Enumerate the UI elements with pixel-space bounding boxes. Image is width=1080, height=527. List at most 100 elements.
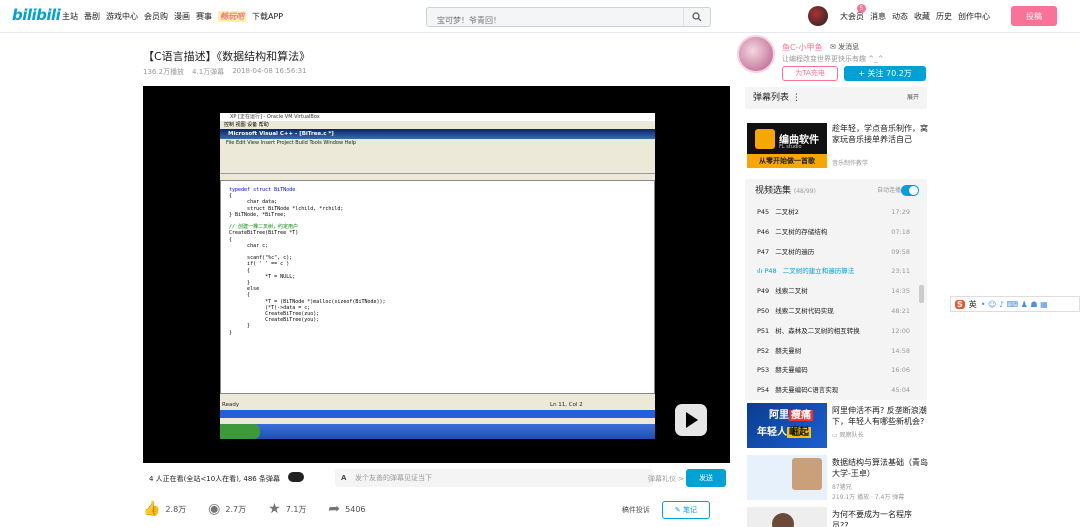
font-icon: A xyxy=(341,474,347,482)
ime-lang: 英 xyxy=(968,299,977,309)
danmaku-list-header[interactable]: 弹幕列表 ⋮ 展开 xyxy=(745,87,927,109)
fl-studio-logo xyxy=(755,129,775,149)
danmaku-etiquette-link[interactable]: 弹幕礼仪 > xyxy=(648,474,684,484)
user-nav-messages[interactable]: 消息 xyxy=(870,11,886,22)
episode-name: 树、森林及二叉树的相互转换 xyxy=(775,326,860,335)
user-nav-favorites[interactable]: 收藏 xyxy=(914,11,930,22)
playlist-count: (48/99) xyxy=(793,188,816,195)
coin-count: 2.7万 xyxy=(225,504,247,514)
upload-button[interactable]: 投稿 xyxy=(1011,6,1057,26)
bilibili-logo[interactable]: bilibili xyxy=(12,6,61,24)
ad-title[interactable]: 趁年轻，学点音乐制作，窝家玩音乐接单养活自己 xyxy=(832,123,928,145)
nav-item-download-app[interactable]: 下载APP xyxy=(252,11,283,22)
nav-item-play[interactable]: 畅玩吧 xyxy=(218,11,246,22)
nav-item-manga[interactable]: 漫画 xyxy=(174,11,190,22)
xp-taskbar xyxy=(220,424,655,439)
vc-window-title: Microsoft Visual C++ - [BiTree.c *] xyxy=(220,129,655,139)
code-line: } xyxy=(229,329,233,336)
coin-button[interactable]: ◉ 2.7万 xyxy=(208,501,246,517)
playlist-item[interactable]: P54 赫夫曼编码C语言实现 45:04 xyxy=(745,381,927,401)
autoplay-toggle[interactable] xyxy=(901,185,919,196)
playlist-item[interactable]: P49 线索二叉树 14:35 xyxy=(745,282,927,302)
vc-menu: File Edit View Insert Project Build Tool… xyxy=(220,139,655,148)
send-danmaku-button[interactable]: 发送 xyxy=(686,469,726,487)
danmaku-count: 4.1万弹幕 xyxy=(192,68,225,76)
uploader-avatar[interactable] xyxy=(737,35,775,73)
danmaku-toggle[interactable] xyxy=(288,472,304,482)
playlist-item[interactable]: P47 二叉树的遍历 09:58 xyxy=(745,243,927,263)
uploader-desc: 让编程改变世界更快乐有趣 ^_^ xyxy=(782,55,884,63)
share-icon: ➦ xyxy=(328,501,341,517)
video-actions: 👍 2.8万 ◉ 2.7万 ★ 7.1万 ➦ 5406 稿件投诉 ✎ 笔记 xyxy=(143,498,730,520)
playlist-header: 视频选集 (48/99) 自动连播 xyxy=(745,179,927,203)
follow-button[interactable]: + 关注 70.2万 xyxy=(844,66,926,81)
episode-name: 二叉树的遍历 xyxy=(775,247,815,256)
play-icon[interactable] xyxy=(675,404,707,436)
nav-item-game-center[interactable]: 游戏中心 xyxy=(106,11,138,22)
nav-item-anime[interactable]: 番剧 xyxy=(84,11,100,22)
publish-date: 2018-04-08 16:56:31 xyxy=(232,67,307,75)
playlist-scrollbar[interactable] xyxy=(919,285,924,303)
rec-title: 数据结构与算法基础（青岛大学-王卓） xyxy=(832,458,928,478)
episode-name: 线索二叉树代码实现 xyxy=(775,306,834,315)
user-avatar[interactable] xyxy=(808,6,828,26)
episode-number: P54 xyxy=(757,386,770,395)
playlist-item[interactable]: P51 树、森林及二叉树的相互转换 12:00 xyxy=(745,322,927,342)
watching-count: 4 人正在看(全站<10人在看), 486 条弹幕 xyxy=(149,475,280,483)
playlist-label: 视频选集 xyxy=(755,186,792,196)
playlist-item[interactable]: P45 二叉树2 17:29 xyxy=(745,203,927,223)
note-button[interactable]: ✎ 笔记 xyxy=(661,501,710,519)
mail-icon: ✉ xyxy=(830,43,839,51)
playlist-item[interactable]: P52 赫夫曼树 14:58 xyxy=(745,342,927,362)
user-nav-history[interactable]: 历史 xyxy=(936,11,952,22)
ad-img-banner: 从零开始做一首歌 xyxy=(747,154,827,168)
danmaku-list-label: 弹幕列表 xyxy=(753,93,790,103)
recommendation-item[interactable]: 阿里 瘦痛 年轻人 崛起 阿里伸活不再? 反垄断浪潮下，年轻人有哪些新机会? ▭ 观… xyxy=(747,403,927,448)
user-nav-creator-center[interactable]: 创作中心 xyxy=(958,11,990,22)
share-button[interactable]: ➦ 5406 xyxy=(328,501,365,517)
recommendation-item[interactable]: 数据结构与算法基础（青岛大学-王卓） 87猪兄 219.1万 播放 · 7.4万… xyxy=(747,455,928,501)
uploader-name[interactable]: 鱼C-小甲鱼 xyxy=(782,42,822,53)
rec-stats: 219.1万 播放 · 7.4万 弹幕 xyxy=(832,494,905,501)
playlist-item[interactable]: ılı P48 二叉树的建立和遍历算法 23:11 xyxy=(745,262,927,282)
episode-playlist: 视频选集 (48/99) 自动连播 P45 二叉树2 17:29 P46 二叉树的存储结… xyxy=(745,179,927,400)
thumbs-up-icon: 👍 xyxy=(143,501,161,517)
vc-statusbar: Ready Ln 11, Col 2 xyxy=(220,394,655,424)
episode-number: P53 xyxy=(757,366,770,375)
send-message-link[interactable]: ✉ 发消息 xyxy=(830,42,859,52)
playlist-item[interactable]: P50 线索二叉树代码实现 48:21 xyxy=(745,302,927,322)
episode-number: P51 xyxy=(757,326,770,335)
danmaku-input[interactable]: A 发个友善的弹幕见证当下 xyxy=(335,469,653,487)
nav-item-home[interactable]: 主站 xyxy=(62,11,78,22)
playlist-item[interactable]: P53 赫夫曼编码 16:06 xyxy=(745,361,927,381)
nav-item-member-shop[interactable]: 会员购 xyxy=(144,11,168,22)
search-input[interactable] xyxy=(427,11,682,30)
episode-duration: 09:58 xyxy=(891,247,910,256)
episode-name: 二叉树的存储结构 xyxy=(775,227,828,236)
view-count: 136.2万播放 xyxy=(143,68,185,76)
search-button[interactable] xyxy=(683,8,710,26)
rec-author: ▭ 观察队长 xyxy=(832,430,864,439)
code-editor: typedef struct BiTNode{ char data; struc… xyxy=(220,180,655,394)
rec-thumbnail xyxy=(747,455,827,500)
recommendation-item[interactable]: 为何不要成为一名程序员?? xyxy=(747,507,927,527)
vc-toolbar xyxy=(220,148,655,174)
report-link[interactable]: 稿件投诉 xyxy=(622,505,650,515)
video-player[interactable]: XP [正在运行] - Oracle VM VirtualBox 控制 视图 设… xyxy=(143,86,730,463)
user-nav-dynamics[interactable]: 动态 xyxy=(892,11,908,22)
episode-number: P47 xyxy=(757,247,770,256)
episode-number: P46 xyxy=(757,227,770,236)
charge-button[interactable]: 为TA充电 xyxy=(782,66,838,81)
expand-link[interactable]: 展开 xyxy=(907,87,919,109)
episode-duration: 16:06 xyxy=(891,366,910,375)
favorite-button[interactable]: ★ 7.1万 xyxy=(268,501,306,517)
favorite-count: 7.1万 xyxy=(285,504,307,514)
vc-status-text: Ready xyxy=(222,402,240,408)
episode-duration: 14:58 xyxy=(891,346,910,355)
video-frame-screenshot: XP [正在运行] - Oracle VM VirtualBox 控制 视图 设… xyxy=(220,113,655,439)
like-button[interactable]: 👍 2.8万 xyxy=(143,501,186,517)
nav-item-esports[interactable]: 赛事 xyxy=(196,11,212,22)
episode-duration: 23:11 xyxy=(891,267,910,276)
playlist-item[interactable]: P46 二叉树的存储结构 07:18 xyxy=(745,223,927,243)
ad-thumbnail[interactable]: 编曲软件 FL studio 从零开始做一首歌 xyxy=(747,123,827,168)
